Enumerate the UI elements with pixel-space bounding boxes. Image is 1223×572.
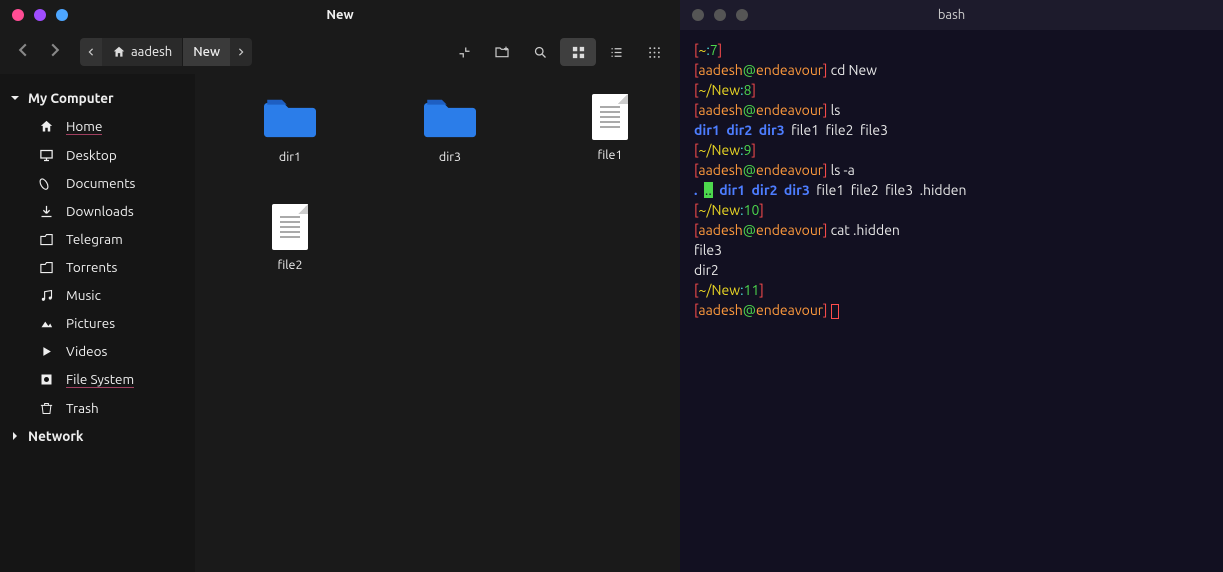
search-button[interactable] [522, 38, 558, 66]
sidebar-item-downloads[interactable]: Downloads [0, 197, 195, 225]
path-forward-button[interactable] [230, 38, 252, 66]
downloads-icon [38, 204, 54, 219]
terminal-line: [~/New:9] [694, 140, 1209, 160]
telegram-icon [38, 232, 54, 247]
folder-item-dir3[interactable]: dir3 [405, 94, 495, 164]
terminal-line: dir2 [694, 260, 1209, 280]
sidebar-item-label: Torrents [66, 259, 117, 275]
term-title: bash [938, 8, 965, 22]
sidebar-item-file-system[interactable]: File System [0, 365, 195, 394]
forward-button[interactable] [48, 43, 62, 61]
terminal-window: bash [~:7][aadesh@endeavour] cd New[~/Ne… [680, 0, 1223, 572]
breadcrumb-parent[interactable]: aadesh [102, 38, 182, 66]
terminal-line: [~/New:10] [694, 200, 1209, 220]
terminal-line: [aadesh@endeavour] [694, 300, 1209, 320]
window-minimize-button[interactable] [34, 9, 46, 21]
sidebar-section-network[interactable]: Network [0, 422, 195, 450]
sidebar-section-label: My Computer [28, 90, 114, 106]
window-title: New [326, 8, 353, 22]
icon-view-button[interactable] [560, 38, 596, 66]
terminal-line: [~/New:11] [694, 280, 1209, 300]
file-manager-window: New aadesh New My ComputerHomeDes [0, 0, 680, 572]
torrents-icon [38, 260, 54, 275]
terminal-line: [aadesh@endeavour] cat .hidden [694, 220, 1209, 240]
terminal-cursor [831, 304, 839, 319]
documents-icon [38, 176, 54, 191]
sidebar-item-music[interactable]: Music [0, 281, 195, 309]
window-close-button[interactable] [12, 9, 24, 21]
folder-item-dir1[interactable]: dir1 [245, 94, 335, 164]
sidebar-item-documents[interactable]: Documents [0, 169, 195, 197]
file-icon [592, 94, 628, 140]
sidebar-item-telegram[interactable]: Telegram [0, 225, 195, 253]
terminal-line: [aadesh@endeavour] ls [694, 100, 1209, 120]
path-back-button[interactable] [80, 38, 102, 66]
breadcrumb-current-label: New [193, 45, 220, 59]
item-label: file2 [277, 258, 302, 272]
content-area[interactable]: dir1 dir3 file1 file2 [195, 74, 680, 572]
sidebar-item-videos[interactable]: Videos [0, 337, 195, 365]
window-maximize-button[interactable] [56, 9, 68, 21]
sidebar-item-label: Trash [66, 400, 99, 416]
sidebar-item-pictures[interactable]: Pictures [0, 309, 195, 337]
terminal-line: [aadesh@endeavour] ls -a [694, 160, 1209, 180]
terminal-output[interactable]: [~:7][aadesh@endeavour] cd New[~/New:8][… [680, 30, 1223, 572]
sidebar-item-torrents[interactable]: Torrents [0, 253, 195, 281]
sidebar: My Computer Home Desktop Documents Downloads… [0, 74, 195, 572]
desktop-icon [38, 148, 54, 163]
file-item-file2[interactable]: file2 [245, 204, 335, 272]
trash-icon [38, 401, 54, 416]
item-label: dir3 [439, 150, 461, 164]
fm-titlebar[interactable]: New [0, 0, 680, 30]
terminal-line: [aadesh@endeavour] cd New [694, 60, 1209, 80]
sidebar-item-label: File System [66, 371, 134, 388]
sidebar-item-home[interactable]: Home [0, 112, 195, 141]
term-maximize-button[interactable] [736, 9, 748, 21]
sidebar-item-label: Desktop [66, 147, 117, 163]
path-bar: aadesh New [80, 38, 252, 66]
sidebar-item-label: Documents [66, 175, 135, 191]
term-minimize-button[interactable] [714, 9, 726, 21]
sidebar-item-label: Home [66, 118, 102, 135]
sidebar-item-label: Pictures [66, 315, 115, 331]
terminal-line: [~/New:8] [694, 80, 1209, 100]
sidebar-section-my-computer[interactable]: My Computer [0, 84, 195, 112]
compact-view-button[interactable] [636, 38, 672, 66]
sidebar-item-label: Downloads [66, 203, 134, 219]
sidebar-item-label: Music [66, 287, 101, 303]
file-icon [272, 204, 308, 250]
new-folder-button[interactable] [484, 38, 520, 66]
term-window-controls [680, 9, 748, 21]
terminal-line: dir1 dir2 dir3 file1 file2 file3 [694, 120, 1209, 140]
item-label: file1 [597, 148, 622, 162]
term-titlebar[interactable]: bash [680, 0, 1223, 30]
item-label: dir1 [279, 150, 301, 164]
toggle-location-button[interactable] [446, 38, 482, 66]
sidebar-section-label: Network [28, 428, 83, 444]
file-item-file1[interactable]: file1 [565, 94, 655, 164]
music-icon [38, 288, 54, 303]
breadcrumb-current[interactable]: New [183, 38, 230, 66]
filesystem-icon [38, 372, 54, 387]
list-view-button[interactable] [598, 38, 634, 66]
fm-toolbar: aadesh New [0, 30, 680, 74]
terminal-line: . .. dir1 dir2 dir3 file1 file2 file3 .h… [694, 180, 1209, 200]
window-controls [0, 9, 68, 21]
folder-icon [424, 94, 476, 142]
chevron-down-icon [10, 90, 20, 106]
term-close-button[interactable] [692, 9, 704, 21]
chevron-down-icon [7, 431, 23, 441]
sidebar-item-label: Telegram [66, 231, 123, 247]
sidebar-item-trash[interactable]: Trash [0, 394, 195, 422]
back-button[interactable] [16, 43, 30, 61]
videos-icon [38, 344, 54, 359]
terminal-line: [~:7] [694, 40, 1209, 60]
folder-icon [264, 94, 316, 142]
pictures-icon [38, 316, 54, 331]
breadcrumb-parent-label: aadesh [131, 45, 172, 59]
sidebar-item-label: Videos [66, 343, 107, 359]
terminal-line: file3 [694, 240, 1209, 260]
sidebar-item-desktop[interactable]: Desktop [0, 141, 195, 169]
home-icon [38, 119, 54, 134]
